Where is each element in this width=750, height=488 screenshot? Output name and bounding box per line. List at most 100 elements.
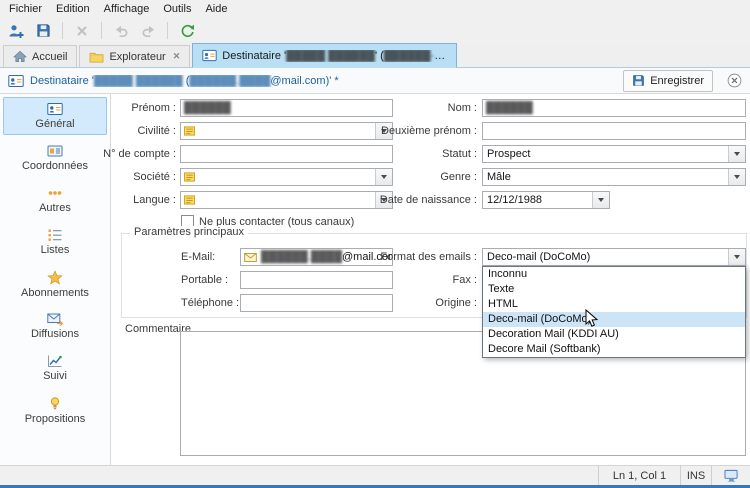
genre-dropdown-button[interactable] xyxy=(728,169,745,185)
refresh-button[interactable] xyxy=(175,20,199,41)
close-document-button[interactable] xyxy=(727,73,742,88)
insert-mode-indicator: INS xyxy=(680,466,711,485)
form-item-icon xyxy=(184,126,195,136)
delete-button[interactable] xyxy=(70,20,94,41)
sidebar-item-label: Abonnements xyxy=(21,286,89,299)
toolbar-separator xyxy=(101,22,102,39)
tab-accueil-label: Accueil xyxy=(32,50,68,63)
chevron-down-icon xyxy=(734,255,740,259)
form-item-icon xyxy=(184,172,195,182)
menu-aide[interactable]: Aide xyxy=(198,2,234,16)
save-toolbar-button[interactable] xyxy=(31,20,55,41)
lightbulb-icon xyxy=(47,396,63,411)
statut-dropdown-button[interactable] xyxy=(728,146,745,162)
computer-icon xyxy=(724,469,739,483)
dropdown-option-decore-mail[interactable]: Decore Mail (Softbank) xyxy=(483,342,745,357)
redo-icon xyxy=(141,24,156,38)
genre-combobox[interactable]: Mâle xyxy=(482,168,746,186)
dropdown-option-decoration-mail[interactable]: Decoration Mail (KDDI AU) xyxy=(483,327,745,342)
sidebar-item-diffusions[interactable]: Diffusions xyxy=(3,307,107,345)
langue-label: Langue : xyxy=(133,194,176,206)
nom-label: Nom : xyxy=(447,102,477,114)
genre-value: Mâle xyxy=(487,171,511,183)
statut-label: Statut : xyxy=(442,148,477,160)
sidebar-item-abonnements[interactable]: Abonnements xyxy=(3,265,107,303)
fax-label: Fax : xyxy=(452,274,477,286)
dropdown-option-html[interactable]: HTML xyxy=(483,297,745,312)
sidebar-item-label: Propositions xyxy=(24,412,86,425)
toolbar-separator xyxy=(62,22,63,39)
nom-field[interactable]: ██████ xyxy=(482,99,746,117)
email-label: E-Mail: xyxy=(181,251,216,263)
tab-close-icon[interactable]: ✕ xyxy=(173,51,181,62)
tab-bar: Accueil Explorateur ✕ Destinataire '████… xyxy=(0,43,750,68)
dropdown-option-inconnu[interactable]: Inconnu xyxy=(483,267,745,282)
tab-accueil[interactable]: Accueil xyxy=(3,45,78,67)
dropdown-option-texte[interactable]: Texte xyxy=(483,282,745,297)
civilite-label: Civilité : xyxy=(137,125,176,137)
sidebar-item-label: Suivi xyxy=(43,370,67,382)
mouse-cursor xyxy=(585,309,598,328)
tab-destinataire-label: Destinataire '█████ ██████' (██████-███.… xyxy=(222,49,447,62)
statusbar-icon-cell xyxy=(711,466,750,485)
societe-label: Société : xyxy=(133,171,176,183)
menu-fichier[interactable]: Fichier xyxy=(2,2,49,16)
prenom-label: Prénom : xyxy=(131,102,176,114)
dropdown-option-deco-mail[interactable]: Deco-mail (DoCoMo) xyxy=(483,312,745,327)
document-header: Destinataire '█████ ██████ (██████.████@… xyxy=(0,68,750,94)
page-title: Destinataire '█████ ██████ (██████.████@… xyxy=(30,74,339,87)
format-emails-value: Deco-mail (DoCoMo) xyxy=(487,251,591,263)
chart-icon xyxy=(47,354,63,368)
toolbar-separator xyxy=(167,22,168,39)
naissance-label: Date de naissance : xyxy=(379,194,477,206)
sidebar-item-label: Listes xyxy=(40,244,70,256)
add-contact-icon xyxy=(8,23,24,39)
naissance-dropdown-button[interactable] xyxy=(592,192,609,208)
statut-value: Prospect xyxy=(487,148,531,160)
chevron-down-icon xyxy=(734,152,740,156)
app-window: Fichier Edition Affichage Outils Aide Ac… xyxy=(0,0,750,488)
format-emails-label: Format des emails : xyxy=(380,251,477,263)
menu-bar: Fichier Edition Affichage Outils Aide xyxy=(0,0,750,18)
undo-button[interactable] xyxy=(109,20,133,41)
cursor-position-indicator: Ln 1, Col 1 xyxy=(598,466,680,485)
format-emails-dropdown-button[interactable] xyxy=(728,249,745,265)
envelope-icon xyxy=(244,252,257,262)
format-emails-combobox[interactable]: Deco-mail (DoCoMo) xyxy=(482,248,746,266)
sidebar-item-propositions[interactable]: Propositions xyxy=(3,391,107,429)
naissance-combobox[interactable]: 12/12/1988 xyxy=(482,191,610,209)
menu-edition[interactable]: Edition xyxy=(49,2,97,16)
chevron-down-icon xyxy=(734,175,740,179)
home-icon xyxy=(13,50,27,63)
contact-card-icon xyxy=(8,74,24,88)
contact-card-icon xyxy=(202,49,217,62)
sidebar-item-listes[interactable]: Listes xyxy=(3,223,107,261)
save-icon xyxy=(632,74,645,87)
menu-affichage[interactable]: Affichage xyxy=(97,2,157,16)
add-contact-button[interactable] xyxy=(4,20,28,41)
tab-explorateur-label: Explorateur xyxy=(109,50,166,63)
statut-combobox[interactable]: Prospect xyxy=(482,145,746,163)
save-button-label: Enregistrer xyxy=(650,74,704,87)
form-item-icon xyxy=(184,195,195,205)
star-icon xyxy=(47,269,63,285)
sidebar-item-suivi[interactable]: Suivi xyxy=(3,349,107,387)
redo-button[interactable] xyxy=(136,20,160,41)
telephone-label: Téléphone : xyxy=(181,297,240,309)
undo-icon xyxy=(114,24,129,38)
send-mail-icon xyxy=(47,313,63,326)
save-button[interactable]: Enregistrer xyxy=(623,69,713,92)
toolbar xyxy=(0,18,750,43)
tab-destinataire[interactable]: Destinataire '█████ ██████' (██████-███.… xyxy=(192,43,458,68)
delete-icon xyxy=(76,25,88,37)
origine-label: Origine : xyxy=(435,297,477,309)
deuxieme-prenom-label: Deuxième prénom : xyxy=(381,125,477,137)
refresh-icon xyxy=(180,23,195,38)
tab-explorateur[interactable]: Explorateur ✕ xyxy=(79,45,191,67)
menu-outils[interactable]: Outils xyxy=(156,2,198,16)
chevron-down-icon xyxy=(598,198,604,202)
compte-label: N° de compte : xyxy=(103,148,176,160)
save-icon xyxy=(36,23,51,38)
deuxieme-prenom-field[interactable] xyxy=(482,122,746,140)
list-icon xyxy=(47,228,63,242)
